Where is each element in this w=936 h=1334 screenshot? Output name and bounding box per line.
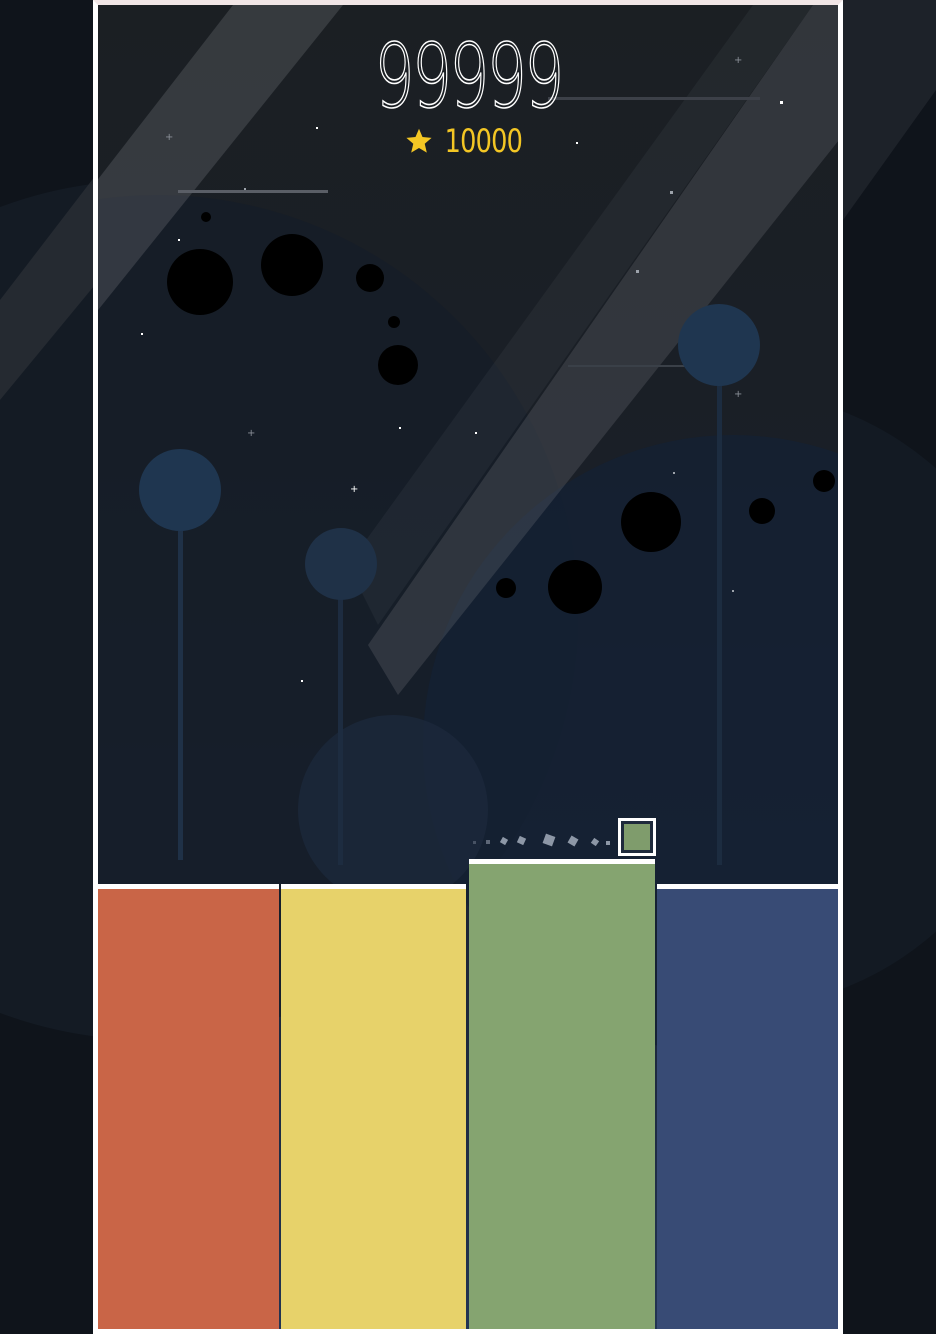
jump-trail-particle — [606, 841, 610, 845]
current-score: 99999 — [374, 25, 565, 128]
pillar-yellow[interactable] — [281, 884, 466, 1329]
pillar-green[interactable] — [469, 859, 655, 1329]
game-viewport[interactable]: + + + + + 99999 10000 — [93, 0, 843, 1334]
jump-trail-particle — [473, 841, 476, 844]
star-icon — [405, 128, 432, 153]
svg-text:+: + — [247, 428, 255, 439]
best-score: 10000 — [98, 121, 838, 161]
pillar-blue[interactable] — [657, 884, 838, 1329]
pillar-red[interactable] — [98, 884, 279, 1329]
svg-text:+: + — [734, 389, 742, 400]
svg-text:+: + — [734, 55, 742, 66]
svg-text:+: + — [350, 484, 358, 495]
player-cube — [618, 818, 656, 856]
best-score-value: 10000 — [444, 122, 522, 160]
jump-trail-particle — [486, 840, 490, 844]
